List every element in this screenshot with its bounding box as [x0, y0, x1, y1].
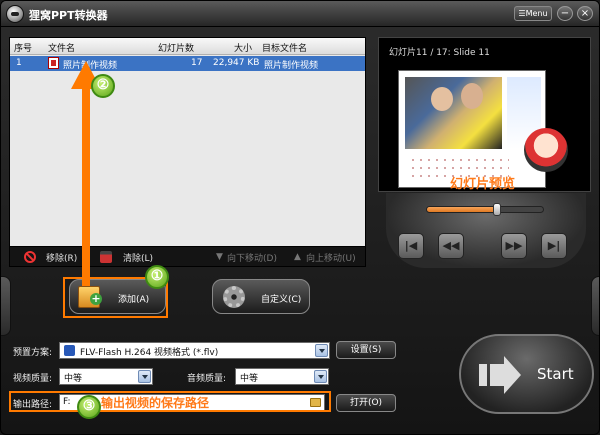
slide-photo: [405, 77, 502, 149]
flv-format-icon: [64, 345, 75, 356]
seek-thumb[interactable]: [492, 203, 501, 216]
move-up-icon: ▲: [294, 252, 301, 262]
preset-select[interactable]: FLV-Flash H.264 视频格式 (*.flv): [59, 342, 330, 359]
video-quality-select[interactable]: 中等: [59, 368, 153, 385]
annotation-step-3: ③: [77, 395, 101, 419]
remove-icon[interactable]: [24, 251, 36, 263]
audio-quality-select[interactable]: 中等: [235, 368, 329, 385]
app-window: 狸窝PPT转换器 ☰Menu − × 序号 文件名 幻灯片数 大小 目标文件名 …: [0, 0, 600, 435]
row-size: 22,947 KB: [213, 58, 260, 68]
preview-overlay-label: 幻灯片预览: [450, 177, 516, 192]
start-button[interactable]: Start: [459, 334, 594, 414]
column-index[interactable]: 序号: [14, 41, 32, 54]
preview-caption: 幻灯片11 / 17: Slide 11: [389, 48, 490, 58]
next-slide-button[interactable]: ▶▶: [501, 233, 527, 259]
move-down-button[interactable]: 向下移动(D): [227, 251, 277, 264]
preset-label: 预置方案:: [13, 348, 53, 358]
minimize-button[interactable]: −: [557, 6, 573, 21]
file-list[interactable]: 序号 文件名 幻灯片数 大小 目标文件名 1 照片制作视频 17 22,947 …: [9, 37, 366, 267]
close-button[interactable]: ×: [577, 6, 593, 21]
column-filename[interactable]: 文件名: [48, 41, 75, 54]
annotation-step-1: ①: [145, 265, 169, 289]
menu-button-label: Menu: [525, 9, 548, 18]
menu-button[interactable]: ☰Menu: [514, 6, 552, 21]
window-title: 狸窝PPT转换器: [29, 9, 108, 22]
clear-icon[interactable]: [100, 251, 112, 263]
table-row[interactable]: 1 照片制作视频 17 22,947 KB 照片制作视频: [10, 56, 365, 71]
last-slide-button[interactable]: ▶|: [541, 233, 567, 259]
open-button[interactable]: 打开(O): [336, 394, 396, 412]
row-target: 照片制作视频: [264, 61, 319, 71]
chevron-down-icon[interactable]: [138, 370, 151, 383]
column-slides[interactable]: 幻灯片数: [158, 41, 194, 54]
audio-quality-value: 中等: [240, 374, 259, 384]
seek-progress: [427, 207, 497, 212]
slide-image: [398, 70, 546, 188]
right-edge-decoration: [591, 276, 599, 336]
column-target[interactable]: 目标文件名: [262, 41, 307, 54]
start-button-label: Start: [537, 365, 574, 383]
slide-preview: 幻灯片11 / 17: Slide 11 幻灯片预览: [378, 37, 591, 192]
first-slide-button[interactable]: |◀: [398, 233, 424, 259]
play-arrow-icon: [479, 356, 521, 394]
settings-button[interactable]: 设置(S): [336, 341, 396, 359]
wrench-gear-icon: [223, 286, 245, 308]
list-actions-bar: 移除(R) 清除(L) ▼ 向下移动(D) ▲ 向上移动(U): [9, 246, 366, 267]
customize-button-label: 自定义(C): [261, 295, 302, 305]
output-settings: 预置方案: FLV-Flash H.264 视频格式 (*.flv) 设置(S)…: [9, 327, 449, 429]
prev-slide-button[interactable]: ◀◀: [438, 233, 464, 259]
seek-slider[interactable]: [426, 203, 544, 216]
cartoon-decoration: [524, 128, 568, 172]
video-quality-label: 视频质量:: [13, 374, 53, 384]
audio-quality-label: 音频质量:: [187, 374, 227, 384]
player-controls: |◀ ◀◀ ▶▶ ▶|: [386, 193, 586, 268]
row-index: 1: [16, 58, 22, 68]
app-logo-icon: [6, 5, 24, 23]
title-bar[interactable]: 狸窝PPT转换器 ☰Menu − ×: [1, 1, 599, 27]
customize-button[interactable]: 自定义(C): [212, 279, 310, 314]
file-list-header: 序号 文件名 幻灯片数 大小 目标文件名: [10, 38, 365, 55]
move-down-icon: ▼: [216, 252, 223, 262]
video-quality-value: 中等: [64, 374, 83, 384]
chevron-down-icon[interactable]: [315, 344, 328, 357]
preset-value: FLV-Flash H.264 视频格式 (*.flv): [80, 348, 219, 358]
move-up-button[interactable]: 向上移动(U): [306, 251, 356, 264]
row-slides: 17: [191, 58, 203, 68]
ppt-file-icon: [48, 57, 59, 69]
clear-button[interactable]: 清除(L): [123, 251, 153, 264]
annotation-step-2: ②: [91, 74, 115, 98]
chevron-down-icon[interactable]: [314, 370, 327, 383]
annotation-output-hint: 输出视频的保存路径: [101, 396, 210, 410]
column-size[interactable]: 大小: [234, 41, 252, 54]
